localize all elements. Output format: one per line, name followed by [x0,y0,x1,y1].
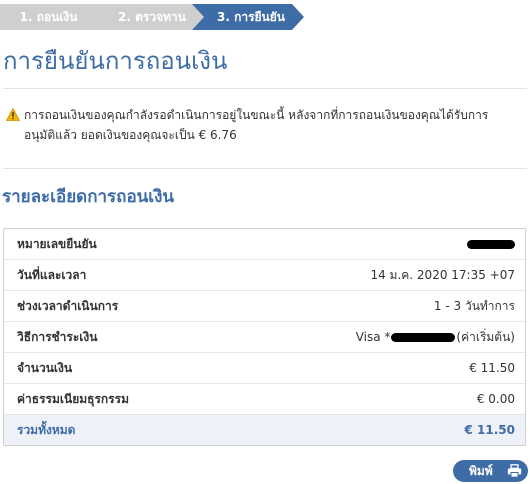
fee-label: ค่าธรรมเนียมธุรกรรม [17,391,129,406]
total-value: € 11.50 [464,423,515,437]
withdrawal-details-table: หมายเลขยืนยัน วันที่และเวลา 14 ม.ค. 2020… [3,228,526,446]
table-row-total: รวมทั้งหมด € 11.50 [4,415,525,445]
title-divider [3,88,527,89]
step-withdraw: 1. ถอนเงิน [0,4,105,30]
page-title: การยืนยันการถอนเงิน [3,47,228,75]
print-button-label: พิมพ์ [469,463,493,478]
withdraw-stepper: 1. ถอนเงิน 2. ตรวจทาน 3. การยืนยัน [0,4,310,30]
processing-time-value: 1 - 3 วันทำการ [433,298,515,313]
confirmation-number-label: หมายเลขยืนยัน [17,236,97,251]
table-row-confirmation-number: หมายเลขยืนยัน [4,229,525,260]
table-row-processing-time: ช่วงเวลาดำเนินการ 1 - 3 วันทำการ [4,291,525,322]
warning-icon [6,108,20,121]
step-confirmation: 3. การยืนยัน [192,4,304,30]
redaction-mark [391,332,456,342]
print-button[interactable]: พิมพ์ [453,460,528,482]
table-row-fee: ค่าธรรมเนียมธุรกรรม € 0.00 [4,384,525,415]
step-confirmation-label: 3. การยืนยัน [216,9,285,24]
payment-method-value: Visa * (ค่าเริ่มต้น) [356,328,515,347]
payment-method-default: (ค่าเริ่มต้น) [456,329,515,344]
amount-label: จำนวนเงิน [17,360,73,375]
table-row-payment-method: วิธีการชำระเงิน Visa * (ค่าเริ่มต้น) [4,322,525,353]
table-row-amount: จำนวนเงิน € 11.50 [4,353,525,384]
step-review-label: 2. ตรวจทาน [118,9,186,24]
printer-icon [507,464,522,478]
table-row-datetime: วันที่และเวลา 14 ม.ค. 2020 17:35 +07 [4,260,525,291]
fee-value: € 0.00 [476,392,515,406]
payment-method-label: วิธีการชำระเงิน [17,329,98,344]
redaction-mark [467,240,515,249]
processing-time-label: ช่วงเวลาดำเนินการ [17,298,119,313]
datetime-label: วันที่และเวลา [17,267,87,282]
datetime-value: 14 ม.ค. 2020 17:35 +07 [370,267,515,282]
details-section-title: รายละเอียดการถอนเงิน [2,187,175,207]
step-review: 2. ตรวจทาน [93,4,205,30]
notice-text: การถอนเงินของคุณกำลังรอดำเนินการอยู่ในขณ… [24,108,489,142]
step-withdraw-label: 1. ถอนเงิน [19,9,78,24]
total-label: รวมทั้งหมด [17,422,76,437]
payment-method-card: Visa * [355,329,391,344]
notice-divider [3,168,527,169]
confirmation-number-value [467,237,515,251]
amount-value: € 11.50 [469,361,515,375]
